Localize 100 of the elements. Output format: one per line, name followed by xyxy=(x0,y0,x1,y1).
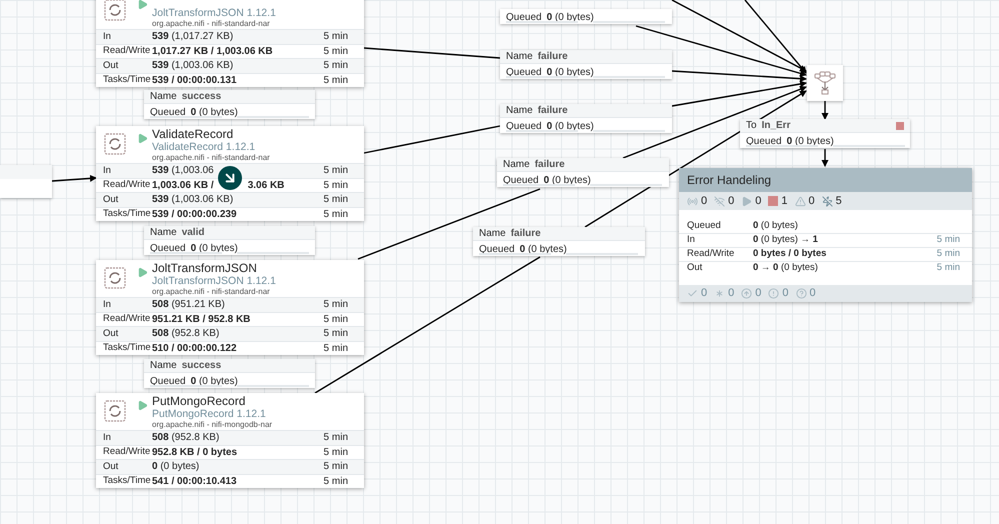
stat-label: In xyxy=(102,298,112,312)
not-transmitting-icon xyxy=(714,196,726,206)
processor-card[interactable]: PutMongoRecord PutMongoRecord 1.12.1 org.apache.nifi - nifi-mongodb-nar In 508 (952.8 KB) 5 min Read/Write 952.8 KB / 0 bytes 5 min Out 0 (0 bytes) 5 min Tasks/Time 541 / 00:00:10.413 5 min xyxy=(96,393,364,488)
stat-value: 539 / 00:00:00.239 xyxy=(152,208,237,222)
connection-name-label: Name xyxy=(150,90,177,104)
stat-value: 539 (1,003.06 KB) xyxy=(152,193,234,208)
stat-label: In xyxy=(102,430,112,445)
stat-time: 5 min xyxy=(324,460,349,474)
stat-time: 5 min xyxy=(324,327,349,342)
connection-line xyxy=(52,174,97,182)
stat-label: Out xyxy=(102,58,120,73)
stat-value: 539 (1,003.06 KB) xyxy=(152,59,234,74)
connection-line xyxy=(822,149,828,167)
connection-name: success xyxy=(182,90,222,104)
connection-label[interactable]: Name failure Queued 0 (0 bytes) xyxy=(473,227,645,256)
queued-value: 0 (0 bytes) xyxy=(546,120,594,134)
stat-label: Tasks/Time xyxy=(102,474,152,488)
connection-label[interactable]: Name failure Queued 0 (0 bytes) xyxy=(497,158,669,187)
stat-value: 3.06 KB xyxy=(248,178,284,193)
stat-label: Read/Write xyxy=(102,312,152,326)
queued-value: 0 (0 bytes) xyxy=(786,135,834,149)
queued-value: 0 (0 bytes) xyxy=(544,174,591,188)
queued-value: 0 (0 bytes) xyxy=(546,11,594,25)
stat-value: 0 (0 bytes) xyxy=(152,460,200,474)
stat-label: Read/Write xyxy=(102,44,152,58)
processor-card[interactable]: ValidateRecord ValidateRecord 1.12.1 org.apache.nifi - nifi-standard-nar In 539 (1,003.06 5 min Read/Write 1,003.06 KB / 3.06 KB 5 min Out 539 (1,003.06 KB) 5 min Tasks/Time 539 / 00:00:00.239 5 min xyxy=(96,126,364,221)
processor-bundle: org.apache.nifi - nifi-standard-nar xyxy=(152,19,271,29)
status-count: 5 xyxy=(836,194,842,209)
queued-value: 0 (0 bytes) xyxy=(546,66,594,80)
processor-card[interactable] xyxy=(96,260,364,355)
stat-time: 5 min xyxy=(324,446,349,460)
processor-type: JoltTransformJSON 1.12.1 xyxy=(152,7,276,19)
stat-value: 952.8 KB / 0 bytes xyxy=(152,446,238,460)
stat-value: 1,017.27 KB / 1,003.06 KB xyxy=(152,44,273,59)
processor-icon xyxy=(104,133,126,155)
processor-bundle: org.apache.nifi - nifi-mongodb-nar xyxy=(152,420,272,430)
processor-type: JoltTransformJSON 1.12.1 xyxy=(152,275,276,287)
stat-label: Tasks/Time xyxy=(102,73,152,88)
funnel[interactable] xyxy=(807,65,843,101)
stat-time: 5 min xyxy=(936,261,961,276)
stat-value: 508 (952.8 KB) xyxy=(152,327,220,342)
processor-name: ValidateRecord xyxy=(152,127,234,141)
connection-label[interactable]: Name valid Queued 0 (0 bytes) xyxy=(144,226,315,255)
connection-name-label: To xyxy=(746,119,757,133)
processor-icon xyxy=(104,267,126,289)
connection-line xyxy=(822,101,828,120)
stat-value: 0 → 0 (0 bytes) xyxy=(753,261,818,276)
stat-label: In xyxy=(102,164,112,178)
connection-name: failure xyxy=(510,227,541,241)
funnel-icon xyxy=(814,71,836,95)
connection-name-label: Name xyxy=(506,104,533,118)
processor-type: PutMongoRecord 1.12.1 xyxy=(152,408,267,420)
stat-time: 5 min xyxy=(324,74,349,88)
stat-label: Out xyxy=(102,460,120,474)
stat-value: 539 (1,003.06 xyxy=(152,164,214,178)
queued-value: 0 (0 bytes) xyxy=(190,375,238,389)
stat-time: 5 min xyxy=(324,59,349,74)
stat-time: 5 min xyxy=(324,298,349,312)
process-group[interactable]: Error Handeling 0 0 0 1 0 5 Queued 0 (0 bytes) In 0 (0 bytes) → 1 5 min Read/Write 0 bytes / 0 bytes 5 min Out 0 → 0 (0 bytes) 5 min 0 0 0 0 0 xyxy=(679,168,972,302)
queued-label: Queued xyxy=(506,120,542,134)
play-icon xyxy=(741,196,752,206)
queued-value: 0 (0 bytes) xyxy=(190,106,238,120)
stat-value: 0 (0 bytes) → 1 xyxy=(753,233,818,248)
connection-name-label: Name xyxy=(479,227,506,241)
stat-time: 5 min xyxy=(324,312,349,327)
connection-label[interactable]: Name success Queued 0 (0 bytes) xyxy=(144,90,315,119)
connection-name-label: Name xyxy=(150,226,177,240)
processor-card[interactable]: JoltTransformJSON 1.12.1 org.apache.nifi - nifi-standard-nar In 539 (1,017.27 KB) 5 min Read/Write 1,017.27 KB / 1,003.06 KB 5 min Out 539 (1,003.06 KB) 5 min Tasks/Time 539 / 00:00:00.131 5 min xyxy=(96,0,364,87)
stat-value: 508 (952.8 KB) xyxy=(152,431,220,446)
queued-label: Queued xyxy=(506,66,542,80)
version-count: 0 xyxy=(701,286,708,302)
connection-label[interactable]: Queued 0 (0 bytes) xyxy=(500,9,672,24)
stat-label: Out xyxy=(102,192,120,207)
group-title: Error Handeling xyxy=(687,172,772,189)
alert-icon xyxy=(768,288,780,299)
connection-name: failure xyxy=(538,50,568,64)
transmitting-icon xyxy=(687,196,698,206)
stat-time: 5 min xyxy=(324,44,349,59)
connection-label[interactable]: To In_Err Queued 0 (0 bytes) xyxy=(740,119,910,148)
stat-time: 5 min xyxy=(936,247,961,262)
stat-value: 0 bytes / 0 bytes xyxy=(753,247,826,262)
connection-label[interactable]: Name failure Queued 0 (0 bytes) xyxy=(500,50,672,79)
connection-name-label: Name xyxy=(506,50,533,64)
queued-label: Queued xyxy=(746,135,782,149)
asterisk-icon xyxy=(714,288,726,299)
connection-label[interactable]: Name failure Queued 0 (0 bytes) xyxy=(500,104,672,133)
queued-value: 0 (0 bytes) xyxy=(520,243,567,257)
check-icon xyxy=(687,288,698,299)
help-icon xyxy=(796,288,806,299)
stop-icon xyxy=(768,196,778,206)
processor-bundle: org.apache.nifi - nifi-standard-nar xyxy=(152,153,270,163)
stat-time: 5 min xyxy=(324,178,349,193)
status-count: 0 xyxy=(701,194,708,209)
stat-label: Out xyxy=(686,261,704,276)
stat-value: 1,003.06 KB / xyxy=(152,178,214,193)
stat-label: Read/Write xyxy=(686,247,736,262)
queued-label: Queued xyxy=(503,174,539,188)
stat-label: In xyxy=(686,233,696,248)
connection-label[interactable]: Name success Queued 0 (0 bytes) xyxy=(144,359,315,388)
disabled-icon xyxy=(822,196,833,206)
